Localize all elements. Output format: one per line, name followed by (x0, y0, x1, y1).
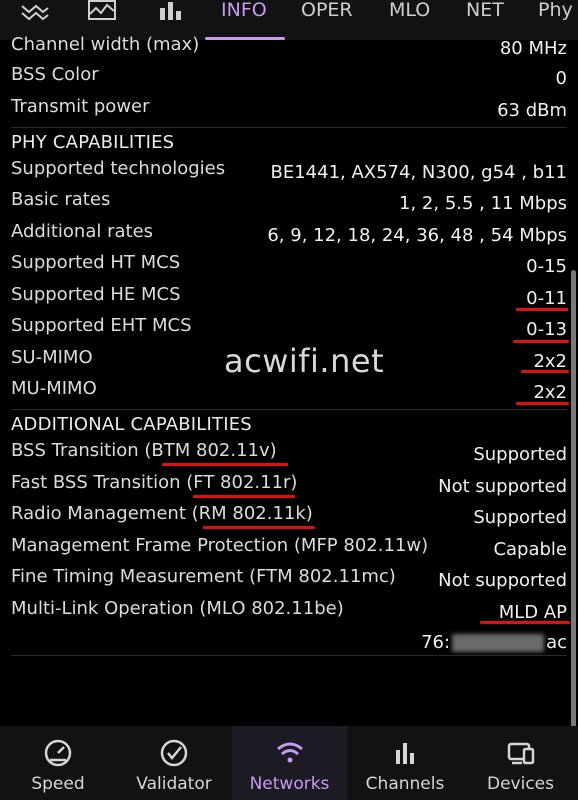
row-label: Supported HE MCS (11, 284, 181, 305)
nav-label: Speed (31, 774, 85, 794)
highlight-underline (162, 463, 288, 466)
tab-oper[interactable]: OPER (301, 0, 353, 22)
row-label: Supported HT MCS (11, 252, 181, 273)
highlight-underline (203, 526, 315, 529)
wifi-icon (275, 738, 305, 772)
row-label: Fine Timing Measurement (FTM 802.11mc) (11, 566, 396, 587)
section-divider (11, 127, 567, 128)
row-label: Supported technologies (11, 158, 226, 179)
row-label: Channel width (max) (11, 34, 200, 55)
row-label: BSS Color (11, 64, 99, 85)
row-label: SU-MIMO (11, 347, 93, 368)
tab-mlo[interactable]: MLO (389, 0, 430, 22)
row-he-mcs: Supported HE MCS 0-11 (11, 284, 567, 312)
row-mfp: Management Frame Protection (MFP 802.11w… (11, 535, 567, 563)
row-eht-mcs: Supported EHT MCS 0-13 (11, 315, 567, 343)
activity-chart-icon[interactable] (87, 0, 117, 22)
row-ftm: Fine Timing Measurement (FTM 802.11mc) N… (11, 566, 567, 594)
row-value: 0-15 (526, 256, 567, 277)
row-value: 6, 9, 12, 18, 24, 36, 48 , 54 Mbps (267, 225, 567, 246)
nav-devices[interactable]: Devices (463, 726, 578, 800)
row-bss-color: BSS Color 0 (11, 64, 567, 92)
nav-label: Validator (136, 774, 212, 794)
row-label: BSS Transition (BTM 802.11v) (11, 440, 277, 461)
mac-suffix: ac (546, 632, 567, 653)
row-label: Transmit power (11, 96, 150, 117)
row-value: 0 (555, 68, 567, 89)
row-value: 2x2 (533, 382, 567, 403)
bar-chart-icon (390, 738, 420, 772)
watermark-text: acwifi.net (224, 342, 385, 380)
highlight-underline (193, 495, 295, 498)
row-ht-mcs: Supported HT MCS 0-15 (11, 252, 567, 280)
row-basic-rates: Basic rates 1, 2, 5.5 , 11 Mbps (11, 189, 567, 217)
row-value: Supported (473, 444, 567, 465)
speedometer-icon (43, 738, 73, 772)
additional-capabilities-title: ADDITIONAL CAPABILITIES (11, 414, 252, 435)
redacted-block (452, 634, 545, 652)
row-mac-address: 76: ac (11, 630, 567, 658)
mac-address: 76: ac (421, 632, 567, 653)
row-label: Additional rates (11, 221, 154, 242)
row-label: Fast BSS Transition (FT 802.11r) (11, 472, 298, 493)
row-value: Capable (493, 539, 567, 560)
nav-label: Channels (365, 774, 445, 794)
highlight-underline (521, 370, 569, 373)
row-channel-width: Channel width (max) 80 MHz (11, 34, 567, 62)
row-value: 0-13 (526, 319, 567, 340)
row-value: BE1441, AX574, N300, g54 , b11 (270, 162, 567, 183)
row-label: Supported EHT MCS (11, 315, 192, 336)
scrollbar[interactable] (571, 270, 576, 730)
highlight-underline (513, 340, 569, 343)
row-value: Not supported (438, 570, 567, 591)
signal-strength-icon[interactable] (20, 0, 50, 22)
mac-prefix: 76: (421, 632, 451, 653)
bar-chart-icon[interactable] (156, 0, 186, 22)
row-supported-technologies: Supported technologies BE1441, AX574, N3… (11, 158, 567, 186)
row-label: Multi-Link Operation (MLO 802.11be) (11, 598, 344, 619)
row-value: 1, 2, 5.5 , 11 Mbps (399, 193, 567, 214)
nav-networks[interactable]: Networks (232, 726, 347, 800)
nav-label: Networks (249, 774, 330, 794)
row-value: 0-11 (526, 288, 567, 309)
row-bss-transition: BSS Transition (BTM 802.11v) Supported (11, 440, 567, 468)
nav-validator[interactable]: Validator (116, 726, 232, 800)
row-value: 80 MHz (499, 38, 567, 59)
row-label: Basic rates (11, 189, 111, 210)
highlight-underline (516, 402, 569, 405)
section-divider (11, 409, 567, 410)
devices-icon (506, 738, 536, 772)
tab-phy[interactable]: Phy (538, 0, 573, 22)
row-value: Supported (473, 507, 567, 528)
row-transmit-power: Transmit power 63 dBm (11, 96, 567, 124)
highlight-underline (480, 621, 570, 624)
row-value: 2x2 (533, 351, 567, 372)
row-label: MU-MIMO (11, 378, 97, 399)
row-mu-mimo: MU-MIMO 2x2 (11, 378, 567, 406)
row-value: MLD AP (498, 602, 567, 623)
nav-speed[interactable]: Speed (0, 726, 116, 800)
row-label: Radio Management (RM 802.11k) (11, 503, 313, 524)
phy-capabilities-title: PHY CAPABILITIES (11, 132, 175, 153)
bottom-navigation: Speed Validator Networks Channels Device… (0, 726, 578, 800)
highlight-underline (516, 308, 568, 311)
row-additional-rates: Additional rates 6, 9, 12, 18, 24, 36, 4… (11, 221, 567, 249)
tab-net[interactable]: NET (466, 0, 504, 22)
row-label: Management Frame Protection (MFP 802.11w… (11, 535, 429, 556)
tab-info[interactable]: INFO (221, 0, 267, 22)
row-value: Not supported (438, 476, 567, 497)
row-value: 63 dBm (497, 100, 567, 121)
nav-label: Devices (487, 774, 554, 794)
nav-channels[interactable]: Channels (347, 726, 463, 800)
section-divider (11, 655, 567, 656)
check-circle-icon (159, 738, 189, 772)
